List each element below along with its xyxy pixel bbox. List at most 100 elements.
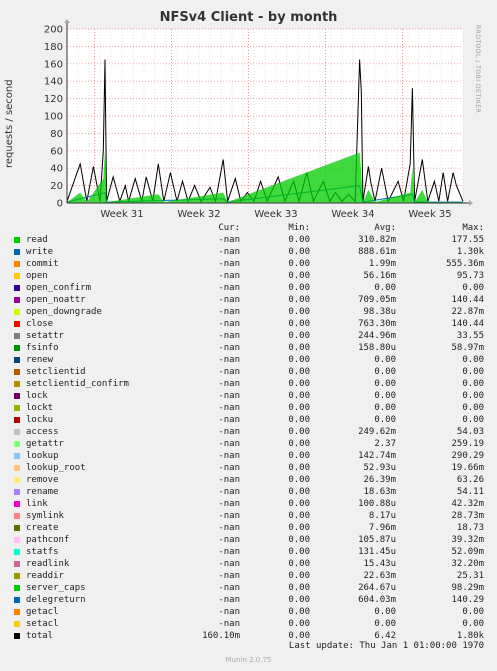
legend-row-lookup-root: lookup_root -nan 0.00 52.93u 19.66m xyxy=(10,462,490,474)
legend-avg: 15.43u xyxy=(363,559,396,569)
legend-name: server_caps xyxy=(26,583,86,593)
legend-row-lock: lock -nan 0.00 0.00 0.00 xyxy=(10,390,490,402)
legend-min: 0.00 xyxy=(288,511,310,521)
legend-row-access: access -nan 0.00 249.62m 54.03 xyxy=(10,426,490,438)
x-tick-label: Week 32 xyxy=(177,209,220,220)
legend-swatch xyxy=(14,333,20,339)
legend-name: readdir xyxy=(26,571,64,581)
legend-name: renew xyxy=(26,355,54,365)
legend-name: lookup xyxy=(26,451,59,461)
legend-swatch xyxy=(14,393,20,399)
legend-avg: 105.87u xyxy=(358,535,396,545)
legend-header-max: Max: xyxy=(462,223,484,233)
legend-cur: -nan xyxy=(218,403,240,413)
legend-min: 0.00 xyxy=(288,247,310,257)
legend-avg: 0.00 xyxy=(374,355,396,365)
legend-row-server-caps: server_caps -nan 0.00 264.67u 98.29m xyxy=(10,582,490,594)
legend-max: 98.29m xyxy=(451,583,484,593)
munin-version: Munin 2.0.75 xyxy=(225,656,272,664)
legend-header-row: Cur: Min: Avg: Max: xyxy=(10,222,490,234)
legend-min: 0.00 xyxy=(288,475,310,485)
legend-name: open_confirm xyxy=(26,283,92,293)
legend-cur: -nan xyxy=(218,355,240,365)
legend-max: 32.20m xyxy=(451,559,484,569)
legend-name: lookup_root xyxy=(26,463,86,473)
legend-cur: -nan xyxy=(218,463,240,473)
y-tick-label: 40 xyxy=(50,164,63,175)
legend-cur: -nan xyxy=(218,583,240,593)
y-tick-label: 140 xyxy=(44,77,63,88)
legend-header-cur: Cur: xyxy=(218,223,240,233)
legend-row-statfs: statfs -nan 0.00 131.45u 52.09m xyxy=(10,546,490,558)
legend-max: 0.00 xyxy=(462,403,484,413)
legend-max: 54.11 xyxy=(456,487,484,497)
last-update: Last update: Thu Jan 1 01:00:00 1970 xyxy=(288,641,484,651)
legend-swatch xyxy=(14,309,20,315)
legend-max: 0.00 xyxy=(462,607,484,617)
legend-swatch xyxy=(14,285,20,291)
legend-max: 54.03 xyxy=(456,427,484,437)
legend-max: 140.29 xyxy=(451,595,484,605)
legend-min: 0.00 xyxy=(288,367,310,377)
legend-name: setclientid_confirm xyxy=(26,379,129,389)
legend-row-write: write -nan 0.00 888.61m 1.30k xyxy=(10,246,490,258)
y-axis-arrow xyxy=(64,19,70,23)
legend-min: 0.00 xyxy=(288,463,310,473)
legend-avg: 158.80u xyxy=(358,343,396,353)
legend-cur: -nan xyxy=(218,427,240,437)
legend-cur: -nan xyxy=(218,487,240,497)
legend-swatch xyxy=(14,261,20,267)
legend-name: setacl xyxy=(26,619,59,629)
legend-name: readlink xyxy=(26,559,70,569)
legend-swatch xyxy=(14,513,20,519)
legend-cur: -nan xyxy=(218,559,240,569)
legend-avg: 0.00 xyxy=(374,379,396,389)
legend-row-setclientid-confirm: setclientid_confirm -nan 0.00 0.00 0.00 xyxy=(10,378,490,390)
legend-row-setattr: setattr -nan 0.00 244.96m 33.55 xyxy=(10,330,490,342)
legend-min: 0.00 xyxy=(288,571,310,581)
legend-max: 0.00 xyxy=(462,379,484,389)
x-tick-label: Week 35 xyxy=(408,209,451,220)
legend-name: setclientid xyxy=(26,367,86,377)
legend-row-readlink: readlink -nan 0.00 15.43u 32.20m xyxy=(10,558,490,570)
legend-header-min: Min: xyxy=(288,223,310,233)
legend-avg: 709.05m xyxy=(358,295,396,305)
legend-name: open xyxy=(26,271,48,281)
legend-row-remove: remove -nan 0.00 26.39m 63.26 xyxy=(10,474,490,486)
legend-min: 0.00 xyxy=(288,307,310,317)
legend-min: 0.00 xyxy=(288,355,310,365)
legend-min: 0.00 xyxy=(288,343,310,353)
legend-name: read xyxy=(26,235,48,245)
legend-max: 0.00 xyxy=(462,391,484,401)
y-tick-label: 60 xyxy=(50,146,63,157)
y-tick-label: 160 xyxy=(44,59,63,70)
legend-cur: -nan xyxy=(218,547,240,557)
legend-avg: 310.82m xyxy=(358,235,396,245)
legend-name: access xyxy=(26,427,59,437)
legend-name: lock xyxy=(26,391,48,401)
legend-min: 0.00 xyxy=(288,259,310,269)
legend-cur: -nan xyxy=(218,607,240,617)
legend-row-renew: renew -nan 0.00 0.00 0.00 xyxy=(10,354,490,366)
legend-avg: 0.00 xyxy=(374,619,396,629)
legend-min: 0.00 xyxy=(288,331,310,341)
legend-max: 19.66m xyxy=(451,463,484,473)
legend-max: 18.73 xyxy=(456,523,484,533)
legend-swatch xyxy=(14,597,20,603)
legend-avg: 18.63m xyxy=(363,487,396,497)
legend-max: 259.19 xyxy=(451,439,484,449)
legend-min: 0.00 xyxy=(288,559,310,569)
x-tick-label: Week 33 xyxy=(254,209,297,220)
legend-min: 0.00 xyxy=(288,487,310,497)
legend-max: 0.00 xyxy=(462,415,484,425)
legend-max: 0.00 xyxy=(462,283,484,293)
x-axis-arrow xyxy=(469,200,473,206)
legend-row-create: create -nan 0.00 7.96m 18.73 xyxy=(10,522,490,534)
legend-cur: -nan xyxy=(218,331,240,341)
legend-name: close xyxy=(26,319,54,329)
legend-swatch xyxy=(14,321,20,327)
legend-avg: 142.74m xyxy=(358,451,396,461)
legend-row-open: open -nan 0.00 56.16m 95.73 xyxy=(10,270,490,282)
legend-avg: 0.00 xyxy=(374,607,396,617)
legend-min: 0.00 xyxy=(288,379,310,389)
